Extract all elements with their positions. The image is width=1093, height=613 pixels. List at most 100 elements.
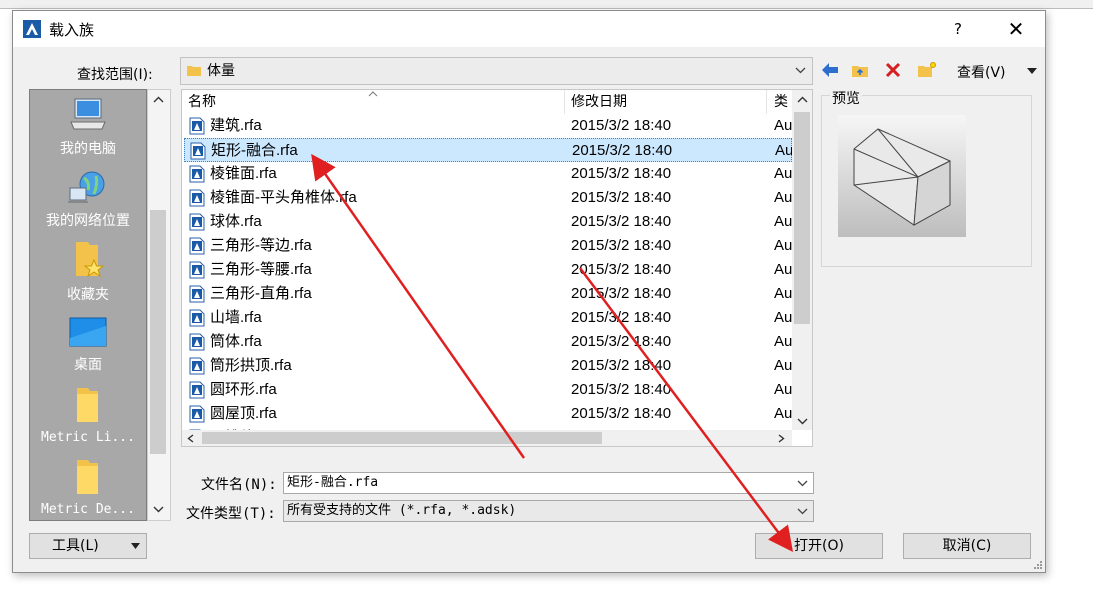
- file-type: Au: [774, 309, 793, 326]
- tools-button-label: 工具(L): [52, 538, 99, 554]
- file-list-vscroll-thumb[interactable]: [794, 112, 810, 324]
- file-name: 圆屋顶.rfa: [210, 405, 277, 422]
- file-name: 筒体.rfa: [210, 333, 262, 350]
- file-list-hscrollbar[interactable]: [182, 430, 792, 446]
- file-name: 矩形-融合.rfa: [211, 142, 298, 159]
- column-divider[interactable]: [766, 90, 767, 114]
- place-metric-library[interactable]: Metric Li...: [30, 386, 146, 445]
- desktop-icon: [69, 317, 107, 347]
- file-date: 2015/3/2 18:40: [571, 261, 672, 278]
- file-row[interactable]: 三角形-等腰.rfa 2015/3/2 18:40 Au: [184, 258, 792, 282]
- file-row[interactable]: 筒形拱顶.rfa 2015/3/2 18:40 Au: [184, 354, 792, 378]
- file-type: Au: [774, 213, 793, 230]
- place-network[interactable]: 我的网络位置: [30, 170, 146, 230]
- new-folder-icon[interactable]: [917, 61, 937, 79]
- file-type: Au: [775, 142, 794, 159]
- file-row[interactable]: 山墙.rfa 2015/3/2 18:40 Au: [184, 306, 792, 330]
- file-name: 棱锥面.rfa: [210, 165, 277, 182]
- column-divider[interactable]: [564, 90, 565, 114]
- file-row[interactable]: 球体.rfa 2015/3/2 18:40 Au: [184, 210, 792, 234]
- file-row[interactable]: 圆环形.rfa 2015/3/2 18:40 Au: [184, 378, 792, 402]
- scroll-left-icon[interactable]: [187, 434, 194, 443]
- place-metric-detail[interactable]: Metric De...: [30, 458, 146, 517]
- file-row[interactable]: 三角形-等边.rfa 2015/3/2 18:40 Au: [184, 234, 792, 258]
- scroll-up-icon[interactable]: [153, 96, 164, 103]
- file-name: 圆环形.rfa: [210, 381, 277, 398]
- column-header-type[interactable]: 类: [774, 90, 788, 114]
- file-type: Au: [774, 333, 793, 350]
- file-row[interactable]: 圆屋顶.rfa 2015/3/2 18:40 Au: [184, 402, 792, 426]
- favorites-folder-icon: [76, 242, 105, 278]
- lookin-label: 查找范围(I):: [77, 67, 153, 83]
- chevron-down-icon[interactable]: [797, 508, 808, 515]
- folder-icon: [77, 388, 98, 422]
- lookin-value: 体量: [207, 63, 235, 79]
- place-favorites[interactable]: 收藏夹: [30, 240, 146, 304]
- view-dropdown-arrow-icon[interactable]: [1027, 68, 1037, 74]
- file-row[interactable]: 矩形-融合.rfa 2015/3/2 18:40 Au: [184, 138, 794, 162]
- file-date: 2015/3/2 18:40: [571, 213, 672, 230]
- close-button[interactable]: ✕: [1001, 15, 1031, 43]
- chevron-down-icon[interactable]: [797, 480, 808, 487]
- place-label: 我的电脑: [60, 141, 116, 157]
- file-row[interactable]: 棱锥面-平头角椎体.rfa 2015/3/2 18:40 Au: [184, 186, 792, 210]
- lookin-combo[interactable]: 体量: [180, 57, 813, 85]
- revit-family-file-icon: [189, 237, 205, 255]
- scroll-down-icon[interactable]: [797, 418, 808, 425]
- scroll-right-icon[interactable]: [778, 434, 785, 443]
- resize-grip-icon[interactable]: [1033, 560, 1043, 570]
- cancel-button[interactable]: 取消(C): [903, 533, 1031, 559]
- file-row[interactable]: 建筑.rfa 2015/3/2 18:40 Au: [184, 114, 792, 138]
- open-button[interactable]: 打开(O): [755, 533, 883, 559]
- file-type: Au: [774, 189, 793, 206]
- file-type: Au: [774, 165, 793, 182]
- revit-family-file-icon: [190, 142, 206, 160]
- file-list-vscrollbar[interactable]: [792, 90, 812, 430]
- view-menu-label: 查看(V): [957, 65, 1006, 81]
- file-name: 山墙.rfa: [210, 309, 262, 326]
- preview-shape-icon: [853, 128, 951, 226]
- file-list-hscroll-thumb[interactable]: [202, 432, 602, 444]
- place-desktop[interactable]: 桌面: [30, 316, 146, 374]
- place-label: Metric De...: [41, 502, 135, 517]
- scroll-down-icon[interactable]: [153, 506, 164, 513]
- folder-icon: [187, 66, 201, 76]
- revit-family-file-icon: [189, 309, 205, 327]
- file-name: 筒形拱顶.rfa: [210, 357, 292, 374]
- revit-family-file-icon: [189, 333, 205, 351]
- revit-family-file-icon: [189, 189, 205, 207]
- places-scrollbar[interactable]: [147, 89, 171, 521]
- file-type: Au: [774, 357, 793, 374]
- network-globe-icon: [68, 171, 105, 203]
- sort-ascending-icon: [368, 91, 378, 97]
- delete-icon[interactable]: [885, 62, 901, 78]
- back-arrow-icon[interactable]: [821, 62, 839, 78]
- file-date: 2015/3/2 18:40: [571, 381, 672, 398]
- file-type: Au: [774, 261, 793, 278]
- tools-button[interactable]: 工具(L): [29, 533, 147, 559]
- revit-family-file-icon: [189, 285, 205, 303]
- up-folder-icon[interactable]: [851, 61, 869, 79]
- places-scroll-thumb[interactable]: [150, 210, 166, 454]
- file-row[interactable]: 筒体.rfa 2015/3/2 18:40 Au: [184, 330, 792, 354]
- view-menu-button[interactable]: 查看(V): [957, 62, 1006, 82]
- column-header-name[interactable]: 名称: [188, 90, 216, 114]
- file-row[interactable]: 三角形-直角.rfa 2015/3/2 18:40 Au: [184, 282, 792, 306]
- file-row[interactable]: 棱锥面.rfa 2015/3/2 18:40 Au: [184, 162, 792, 186]
- file-date: 2015/3/2 18:40: [571, 333, 672, 350]
- help-button[interactable]: ?: [943, 17, 973, 41]
- computer-icon: [70, 98, 106, 130]
- filename-input[interactable]: 矩形-融合.rfa: [283, 472, 814, 494]
- filetype-select[interactable]: 所有受支持的文件 (*.rfa, *.adsk): [283, 500, 814, 522]
- places-bar: 我的电脑 我的网络位置 收藏夹 桌面 Metric Li... Metric D…: [29, 89, 147, 521]
- file-name: 棱锥面-平头角椎体.rfa: [210, 189, 357, 206]
- scroll-up-icon[interactable]: [797, 96, 808, 103]
- folder-icon: [77, 460, 98, 494]
- file-name: 三角形-等边.rfa: [210, 237, 312, 254]
- column-header-date[interactable]: 修改日期: [571, 90, 627, 114]
- file-date: 2015/3/2 18:40: [571, 405, 672, 422]
- file-name: 三角形-等腰.rfa: [210, 261, 312, 278]
- file-date: 2015/3/2 18:40: [571, 357, 672, 374]
- place-label: 桌面: [74, 357, 102, 373]
- place-my-computer[interactable]: 我的电脑: [30, 98, 146, 158]
